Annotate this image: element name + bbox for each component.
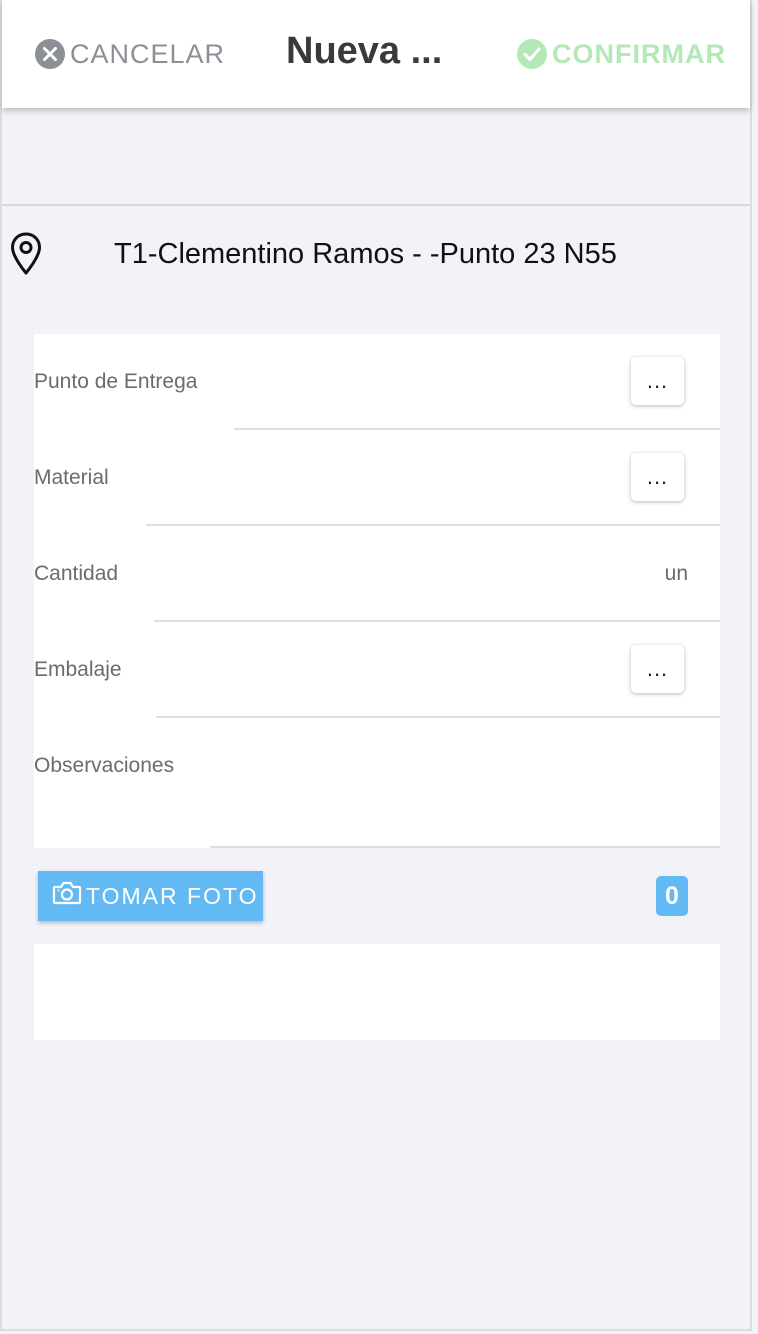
unit-label: un	[664, 562, 688, 585]
field-observaciones[interactable]: Observaciones	[34, 718, 720, 848]
photo-list	[34, 944, 720, 1040]
camera-icon	[52, 880, 82, 912]
confirm-label: CONFIRMAR	[552, 38, 726, 69]
field-punto-de-entrega: Punto de Entrega ...	[34, 334, 720, 430]
photo-count-badge: 0	[656, 876, 688, 916]
location-row: T1-Clementino Ramos - -Punto 23 N55	[10, 232, 730, 276]
field-material: Material ...	[34, 430, 720, 526]
form-card: Punto de Entrega ... Material ... Cantid…	[34, 334, 720, 848]
close-circle-icon	[34, 38, 66, 70]
take-photo-label: TOMAR FOTO	[86, 882, 259, 909]
field-cantidad[interactable]: Cantidad un	[34, 526, 720, 622]
field-label: Punto de Entrega	[34, 370, 198, 393]
field-underline	[210, 846, 720, 848]
field-embalaje: Embalaje ...	[34, 622, 720, 718]
cancel-button[interactable]: CANCELAR	[34, 37, 225, 71]
field-label: Cantidad	[34, 562, 119, 585]
confirm-button[interactable]: CONFIRMAR	[516, 37, 726, 71]
top-bar: CANCELAR Nueva ... CONFIRMAR	[2, 0, 750, 108]
select-material-button[interactable]: ...	[631, 453, 684, 501]
page-title: Nueva ...	[286, 30, 443, 72]
cancel-label: CANCELAR	[70, 38, 226, 69]
take-photo-button[interactable]: TOMAR FOTO	[38, 871, 263, 921]
select-punto-de-entrega-button[interactable]: ...	[631, 357, 684, 405]
field-label: Observaciones	[34, 754, 175, 777]
check-circle-icon	[516, 38, 548, 70]
location-name: T1-Clementino Ramos - -Punto 23 N55	[114, 238, 617, 270]
divider	[2, 204, 750, 206]
map-pin-icon	[10, 232, 42, 281]
field-label: Embalaje	[34, 658, 122, 681]
select-embalaje-button[interactable]: ...	[631, 645, 684, 693]
field-label: Material	[34, 466, 109, 489]
